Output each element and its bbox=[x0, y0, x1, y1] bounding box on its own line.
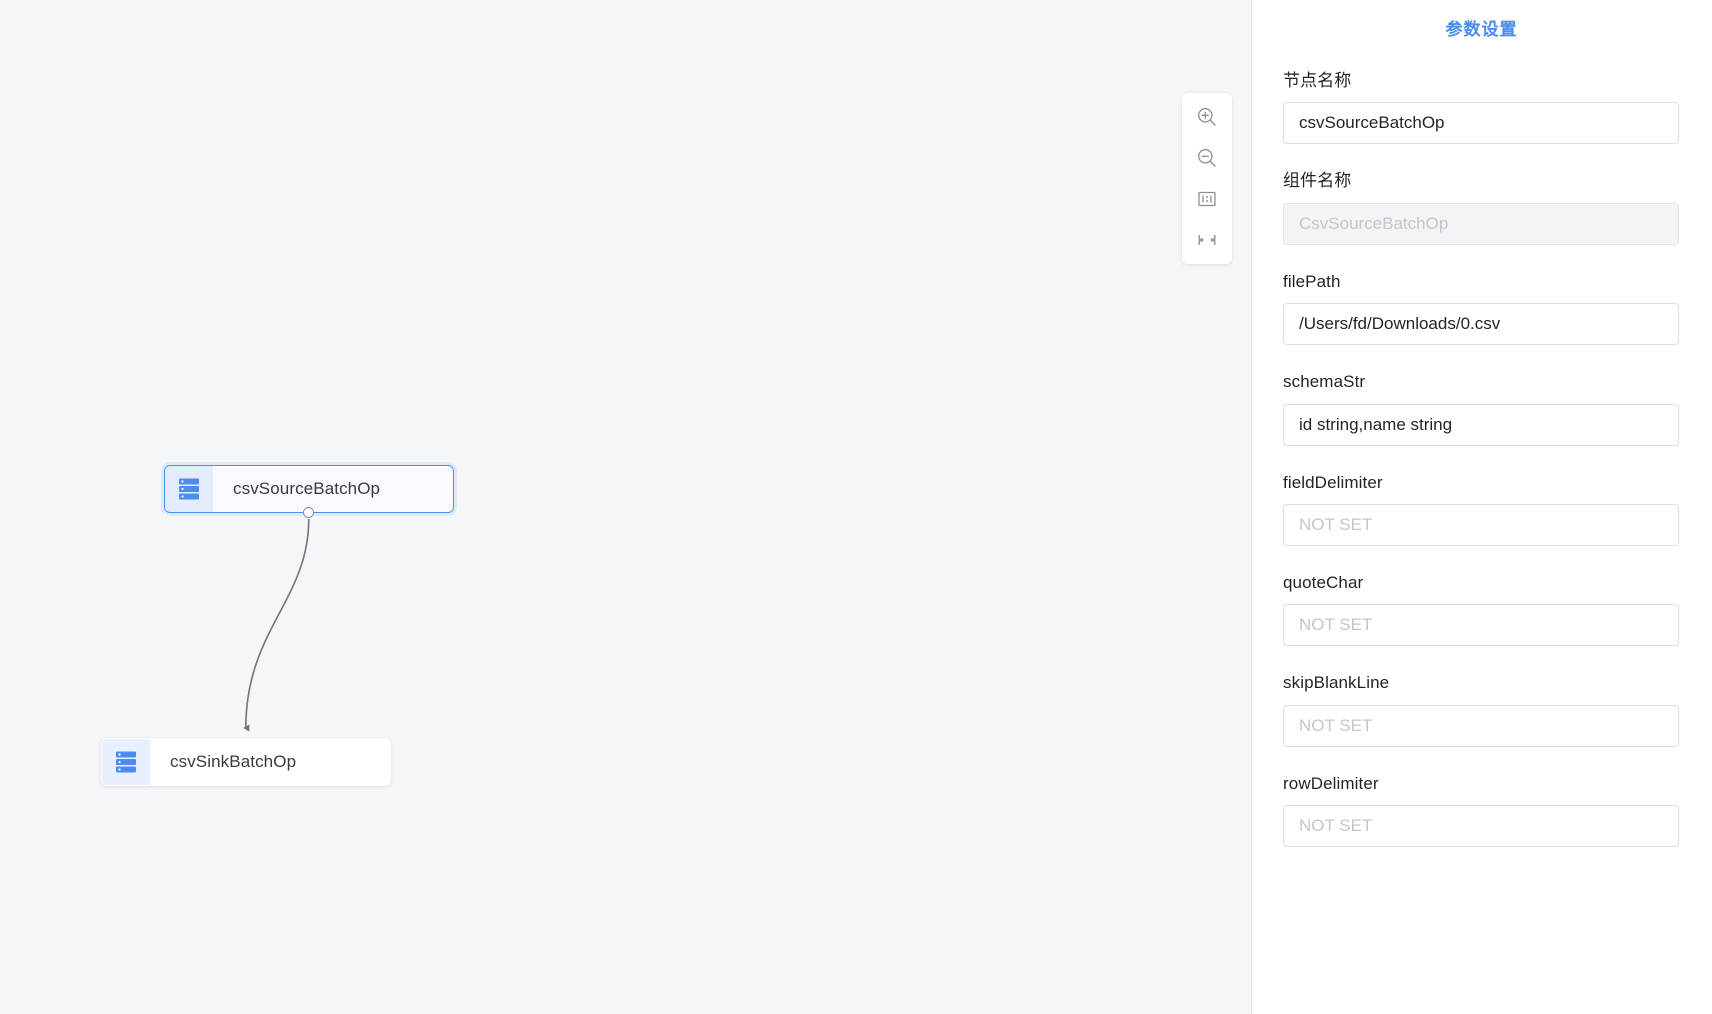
component-name-input bbox=[1283, 202, 1679, 245]
node-output-port-source[interactable] bbox=[303, 507, 314, 518]
form-field-quoteChar: quoteChar bbox=[1283, 572, 1679, 647]
field-label: 节点名称 bbox=[1283, 71, 1352, 90]
row-delimiter-input[interactable] bbox=[1283, 805, 1679, 848]
zoom-out-icon[interactable] bbox=[1190, 143, 1224, 173]
database-icon bbox=[102, 739, 150, 785]
field-label: 组件名称 bbox=[1283, 171, 1352, 191]
fit-screen-icon[interactable] bbox=[1190, 225, 1224, 255]
form-field-fieldDelimiter: fieldDelimiter bbox=[1283, 473, 1679, 546]
node-name-input[interactable] bbox=[1283, 102, 1679, 145]
flow-node-label: csvSourceBatchOp bbox=[213, 466, 453, 512]
skip-blank-line-input[interactable] bbox=[1283, 704, 1679, 747]
field-label: quoteChar bbox=[1283, 572, 1364, 592]
zoom-in-icon[interactable] bbox=[1190, 102, 1224, 132]
field-label: filePath bbox=[1283, 271, 1341, 291]
form-field-nodeName: 节点名称 bbox=[1283, 71, 1679, 145]
panel-form: 节点名称 组件名称 filePath schemaStr fieldDelimi… bbox=[1252, 71, 1711, 848]
field-delimiter-input[interactable] bbox=[1283, 503, 1679, 546]
field-label: schemaStr bbox=[1283, 372, 1366, 392]
flow-node-csvsourcebatchop[interactable]: csvSourceBatchOp bbox=[164, 465, 454, 513]
canvas-zoom-toolbar bbox=[1182, 93, 1232, 264]
schema-str-input[interactable] bbox=[1283, 403, 1679, 446]
form-field-skipBlankLine: skipBlankLine bbox=[1283, 673, 1679, 747]
file-path-input[interactable] bbox=[1283, 303, 1679, 346]
flow-canvas[interactable]: csvSourceBatchOp csvSinkBatchOp bbox=[0, 0, 1252, 1014]
flow-node-csvsinkbatchop[interactable]: csvSinkBatchOp bbox=[101, 738, 391, 786]
field-label: fieldDelimiter bbox=[1283, 472, 1383, 492]
parameter-settings-panel: 参数设置 节点名称 组件名称 filePath schemaStr fieldD… bbox=[1252, 0, 1711, 1014]
form-field-componentName: 组件名称 bbox=[1283, 171, 1679, 245]
quote-char-input[interactable] bbox=[1283, 604, 1679, 647]
field-label: skipBlankLine bbox=[1283, 673, 1390, 693]
field-label: rowDelimiter bbox=[1283, 773, 1379, 793]
flow-node-label: csvSinkBatchOp bbox=[170, 752, 297, 771]
form-field-rowDelimiter: rowDelimiter bbox=[1283, 773, 1679, 848]
panel-title: 参数设置 bbox=[1445, 20, 1518, 39]
pipeline-editor-app: csvSourceBatchOp csvSinkBatchOp 参数设置 节点名… bbox=[0, 0, 1712, 1014]
form-field-filePath: filePath bbox=[1283, 271, 1679, 346]
database-icon bbox=[165, 466, 213, 512]
actual-size-icon[interactable] bbox=[1190, 184, 1224, 214]
form-field-schemaStr: schemaStr bbox=[1283, 372, 1679, 446]
